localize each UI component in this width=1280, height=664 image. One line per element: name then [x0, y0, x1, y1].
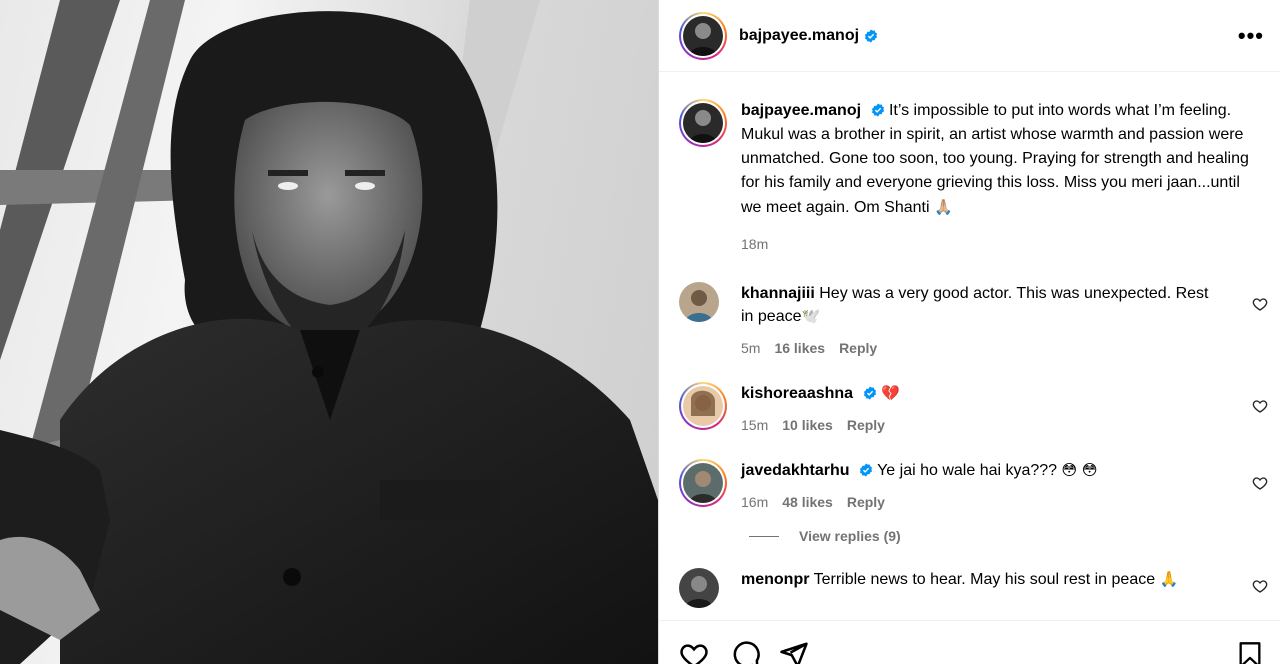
comment-time[interactable]: 5m	[741, 337, 760, 360]
comment-emoji: 🙏	[1159, 570, 1179, 588]
commenter-avatar[interactable]	[679, 568, 719, 608]
verified-badge-icon	[863, 386, 876, 400]
post-caption: bajpayee.manoj It’s impossible to put in…	[659, 73, 1280, 256]
view-replies-label: View replies (9)	[799, 528, 901, 544]
heart-icon[interactable]	[1252, 296, 1268, 312]
comment-time[interactable]: 16m	[741, 491, 768, 514]
comments-list: bajpayee.manoj It’s impossible to put in…	[659, 73, 1280, 620]
view-replies-button[interactable]: View replies (9)	[659, 528, 1280, 544]
comment-icon[interactable]	[731, 640, 761, 664]
comment-item: javedakhtarhu Ye jai ho wale hai kya??? …	[659, 459, 1280, 514]
comment-username[interactable]: kishoreaashna	[741, 385, 853, 402]
author-avatar[interactable]	[679, 11, 727, 60]
caption-username[interactable]: bajpayee.manoj	[741, 102, 861, 119]
heart-icon[interactable]	[1252, 398, 1268, 414]
avatar-image	[683, 386, 723, 426]
comment-text: Terrible news to hear. May his soul rest…	[813, 571, 1156, 588]
post-header: bajpayee.manoj •••	[659, 0, 1280, 72]
comment-item: khannajiii Hey was a very good actor. Th…	[659, 282, 1280, 360]
verified-badge-icon	[865, 28, 878, 43]
heart-icon[interactable]	[679, 640, 709, 664]
heart-icon[interactable]	[1252, 475, 1268, 491]
post-photo	[0, 0, 658, 664]
author-username[interactable]: bajpayee.manoj	[739, 27, 859, 45]
comment-username[interactable]: javedakhtarhu	[741, 462, 849, 479]
reply-button[interactable]: Reply	[847, 414, 885, 437]
comment-time[interactable]: 15m	[741, 414, 768, 437]
more-options-icon[interactable]: •••	[1238, 24, 1264, 47]
avatar-image	[683, 103, 723, 143]
avatar-image	[683, 15, 723, 56]
reply-button[interactable]: Reply	[847, 491, 885, 514]
replies-divider	[749, 535, 779, 537]
portrait-image	[0, 0, 658, 664]
comment-emoji: 💔	[880, 384, 900, 402]
comment-item: kishoreaashna 💔 15m 10 likes Reply	[659, 382, 1280, 437]
comment-item: menonpr Terrible news to hear. May his s…	[659, 568, 1280, 608]
commenter-avatar[interactable]	[679, 459, 727, 507]
commenter-avatar[interactable]	[679, 282, 719, 322]
comment-emoji: 🕊️	[801, 307, 821, 325]
caption-text: It’s impossible to put into words what I…	[741, 102, 1249, 216]
caption-avatar[interactable]	[679, 99, 727, 147]
comment-likes[interactable]: 48 likes	[782, 491, 833, 514]
verified-badge-icon	[871, 103, 884, 117]
bookmark-icon[interactable]	[1236, 640, 1264, 664]
caption-emoji: 🙏🏼	[934, 198, 953, 216]
post-panel: bajpayee.manoj ••• bajpayee.manoj It’s i…	[658, 0, 1280, 664]
commenter-avatar[interactable]	[679, 382, 727, 430]
comment-username[interactable]: menonpr	[741, 571, 809, 588]
comment-likes[interactable]: 16 likes	[774, 337, 825, 360]
avatar-image	[683, 463, 723, 503]
heart-icon[interactable]	[1252, 578, 1268, 594]
reply-button[interactable]: Reply	[839, 337, 877, 360]
share-icon[interactable]	[779, 640, 809, 664]
comment-emoji: 😳 😳	[1061, 461, 1098, 479]
comment-text: Ye jai ho wale hai kya???	[877, 462, 1058, 479]
comment-username[interactable]: khannajiii	[741, 285, 815, 302]
verified-badge-icon	[859, 463, 872, 477]
post-actions	[659, 620, 1280, 664]
comment-likes[interactable]: 10 likes	[782, 414, 833, 437]
caption-time[interactable]: 18m	[741, 232, 1261, 256]
